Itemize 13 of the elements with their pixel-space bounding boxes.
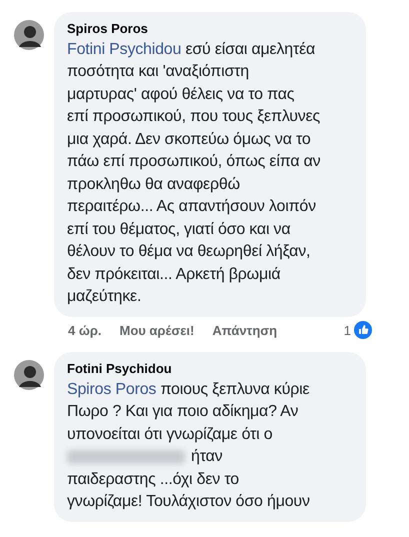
reply-link[interactable]: Απάντηση xyxy=(212,320,278,340)
avatar-icon[interactable] xyxy=(14,360,44,390)
mention-link[interactable]: Spiros Poros xyxy=(67,380,156,398)
mention-link[interactable]: Fotini Psychidou xyxy=(67,40,182,58)
avatar-icon[interactable] xyxy=(14,20,44,50)
author-name[interactable]: Fotini Psychidou xyxy=(67,359,350,378)
comment-text: Spiros Poros ποιους ξεπλυνα κύριε Πωρο ? Και για ποιο αδίκημα? Αν υπονοείται ότι γνωρίζαμε ότι ο ήταν παιδεραστης ...όχι δεν το γνωρίζαμε! Τουλάχιστον όσο ήμουν xyxy=(67,380,311,512)
reaction-count: 1 xyxy=(344,322,351,340)
thumbs-up-icon[interactable] xyxy=(354,321,372,340)
author-name[interactable]: Spiros Poros xyxy=(67,19,350,38)
like-link[interactable]: Μου αρέσει! xyxy=(119,320,194,340)
comment-time: 4 ώρ. xyxy=(68,322,102,340)
comment-text: Fotini Psychidou εσύ είσαι αμελητέα ποσότητα και 'αναξιόπιστη μαρτυρας' αφού θέλεις να το πας επί προσωπικού, που τους ξεπλυνες μια χαρά. Δεν σκοπεύω όμως να το πάω επί προσωπικού, όπως είπα αν προκληθω θα αναφερθώ περαιτέρω... Ας απαντήσουν λοιπόν επί του θέματος, γιατί όσο και να θέλουν το θέμα να θεωρηθεί λήξαν, δεν πρόκειται... Αρκετή βρωμιά μαζεύτηκε. xyxy=(67,40,322,307)
